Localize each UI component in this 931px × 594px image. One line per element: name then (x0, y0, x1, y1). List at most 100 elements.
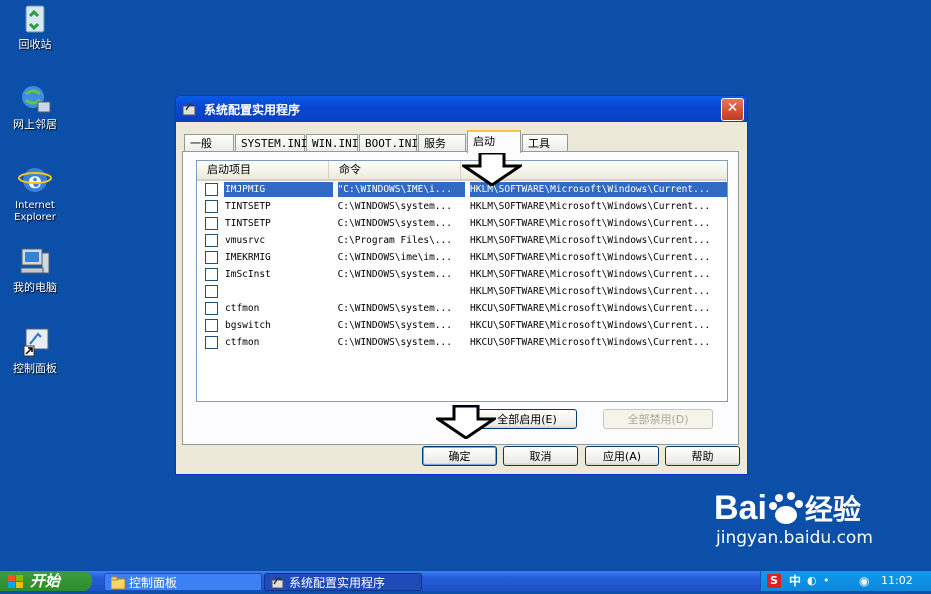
help-button[interactable]: 帮助 (665, 446, 740, 466)
startup-checkbox[interactable] (205, 183, 218, 196)
desktop-icon-my-computer[interactable]: 我的电脑 (0, 245, 70, 294)
tab-system-ini[interactable]: SYSTEM.INI (235, 134, 307, 152)
computer-icon (18, 245, 52, 279)
startup-item-location: HKLM\SOFTWARE\Microsoft\Windows\Current.… (470, 235, 711, 246)
cancel-button[interactable]: 取消 (503, 446, 578, 466)
task-msconfig[interactable]: 系统配置实用程序 (264, 573, 422, 591)
table-row[interactable]: TINTSETP C:\WINDOWS\system... HKLM\SOFTWAR… (197, 215, 727, 232)
tab-tools[interactable]: 工具 (522, 134, 568, 152)
startup-item-location: HKLM\SOFTWARE\Microsoft\Windows\Current.… (470, 218, 711, 229)
paw-icon (767, 489, 805, 527)
msconfig-task-icon (271, 576, 285, 594)
disable-all-button[interactable]: 全部禁用(D) (603, 409, 713, 429)
startup-item-command: C:\WINDOWS\system... (337, 303, 452, 314)
punctuation-icon[interactable]: • (823, 571, 830, 591)
tab-general[interactable]: 一般 (184, 134, 234, 152)
start-label: 开始 (30, 572, 61, 590)
msconfig-icon (182, 102, 198, 116)
startup-item-location: HKLM\SOFTWARE\Microsoft\Windows\Current.… (470, 269, 711, 280)
startup-checkbox[interactable] (205, 336, 218, 349)
tab-boot-ini[interactable]: BOOT.INI (359, 134, 418, 152)
table-row[interactable]: ctfmon C:\WINDOWS\system... HKCU\SOFTWARE\… (197, 334, 727, 351)
baidu-watermark: Bai 经验 jingyan.baidu.com (714, 488, 873, 549)
svg-text:e: e (28, 168, 42, 194)
internet-explorer-icon: e (18, 163, 52, 197)
column-startup-item[interactable]: 启动项目 (197, 161, 329, 179)
apply-button[interactable]: 应用(A) (585, 446, 659, 466)
startup-item-command: C:\WINDOWS\system... (337, 201, 452, 212)
watermark-suffix: 经验 (804, 493, 861, 526)
clock: 11:02 (881, 574, 913, 587)
control-panel-label: 控制面板 (13, 362, 57, 375)
startup-item-name: IMEKRMIG (225, 252, 271, 263)
startup-checkbox[interactable] (205, 285, 218, 298)
column-command[interactable]: 命令 (329, 161, 461, 179)
network-label: 网上邻居 (13, 118, 57, 131)
startup-item-command: "C:\WINDOWS\IME\i... (337, 182, 466, 197)
startup-item-name: vmusrvc (225, 235, 266, 246)
table-row[interactable]: ctfmon C:\WINDOWS\system... HKCU\SOFTWARE\… (197, 300, 727, 317)
startup-item-name: TINTSETP (225, 201, 271, 212)
watermark-url: jingyan.baidu.com (716, 528, 873, 548)
startup-item-location: HKCU\SOFTWARE\Microsoft\Windows\Current.… (470, 303, 711, 314)
table-row[interactable]: TINTSETP C:\WINDOWS\system... HKLM\SOFTWAR… (197, 198, 727, 215)
recycle-bin-icon (18, 2, 52, 36)
taskbar: 开始 控制面板 系统配置实用程序 S 中 ◐ • ◉ 11:02 (0, 571, 931, 591)
moon-icon[interactable]: ◐ (807, 571, 817, 591)
startup-item-command: C:\WINDOWS\ime\im... (337, 252, 452, 263)
desktop-icon-ie[interactable]: e Internet Explorer (0, 163, 70, 224)
startup-panel: 启动项目 命令 位置 IMJPMIG"C:\WINDOWS\IME\i...HK… (182, 151, 739, 445)
startup-checkbox[interactable] (205, 200, 218, 213)
desktop-icon-control-panel[interactable]: 控制面板 (0, 326, 70, 375)
system-tray: S 中 ◐ • ◉ 11:02 (760, 571, 931, 591)
close-button[interactable]: ✕ (721, 97, 744, 121)
startup-checkbox[interactable] (205, 217, 218, 230)
table-row[interactable]: HKLM\SOFTWARE\Microsoft\Windows\Current.… (197, 283, 727, 300)
ie-label: Internet Explorer (14, 200, 56, 223)
table-row[interactable]: vmusrvc C:\Program Files\... HKLM\SOFTWARE… (197, 232, 727, 249)
my-computer-label: 我的电脑 (13, 281, 57, 294)
desktop-icon-network[interactable]: 网上邻居 (0, 82, 70, 131)
tab-win-ini[interactable]: WIN.INI (306, 134, 358, 152)
startup-checkbox[interactable] (205, 251, 218, 264)
startup-item-command: C:\Program Files\... (337, 235, 452, 246)
task-control-panel-label: 控制面板 (129, 576, 178, 590)
task-control-panel[interactable]: 控制面板 (104, 573, 262, 591)
table-row[interactable]: ImScInst C:\WINDOWS\system... HKLM\SOFTWAR… (197, 266, 727, 283)
ok-button[interactable]: 确定 (422, 446, 497, 466)
dialog-titlebar[interactable]: 系统配置实用程序 ✕ (176, 96, 747, 122)
down-arrow-icon-2 (436, 405, 496, 439)
sogou-ime-icon[interactable]: S (767, 574, 781, 588)
startup-item-command: C:\WINDOWS\system... (337, 320, 452, 331)
task-msconfig-label: 系统配置实用程序 (289, 576, 386, 590)
down-arrow-icon (462, 152, 522, 186)
list-body: IMJPMIG "C:\WINDOWS\IME\i... HKLM\SOFTWARE… (197, 181, 727, 351)
startup-item-name (224, 284, 333, 299)
startup-checkbox[interactable] (205, 234, 218, 247)
startup-item-command: C:\WINDOWS\system... (337, 337, 452, 348)
startup-checkbox[interactable] (205, 302, 218, 315)
startup-item-location: HKCU\SOFTWARE\Microsoft\Windows\Current.… (470, 320, 711, 331)
start-button[interactable]: 开始 (0, 571, 92, 591)
startup-item-name: TINTSETP (225, 218, 271, 229)
startup-checkbox[interactable] (205, 268, 218, 281)
startup-item-location: HKLM\SOFTWARE\Microsoft\Windows\Current.… (470, 201, 711, 212)
table-row[interactable]: bgswitch C:\WINDOWS\system... HKCU\SOFTWAR… (197, 317, 727, 334)
startup-item-command (338, 284, 465, 299)
desktop-icon-recycle-bin[interactable]: 回收站 (0, 2, 70, 51)
network-icon (18, 82, 52, 116)
startup-item-name: IMJPMIG (224, 182, 333, 197)
startup-item-name: bgswitch (225, 320, 271, 331)
folder-icon (110, 576, 126, 594)
tab-startup[interactable]: 启动 (467, 130, 521, 153)
startup-checkbox[interactable] (205, 319, 218, 332)
ime-mode-label[interactable]: 中 (789, 571, 801, 591)
startup-item-location: HKLM\SOFTWARE\Microsoft\Windows\Current.… (470, 252, 711, 263)
control-panel-icon (18, 326, 52, 360)
startup-list[interactable]: 启动项目 命令 位置 IMJPMIG"C:\WINDOWS\IME\i...HK… (196, 160, 728, 402)
volume-icon[interactable]: ◉ (859, 571, 869, 591)
tab-services[interactable]: 服务 (418, 134, 466, 152)
windows-logo-icon (8, 574, 24, 594)
table-row[interactable]: IMEKRMIG C:\WINDOWS\ime\im... HKLM\SOFTWAR… (197, 249, 727, 266)
tab-strip: 一般 SYSTEM.INI WIN.INI BOOT.INI 服务 启动 工具 (184, 130, 569, 153)
